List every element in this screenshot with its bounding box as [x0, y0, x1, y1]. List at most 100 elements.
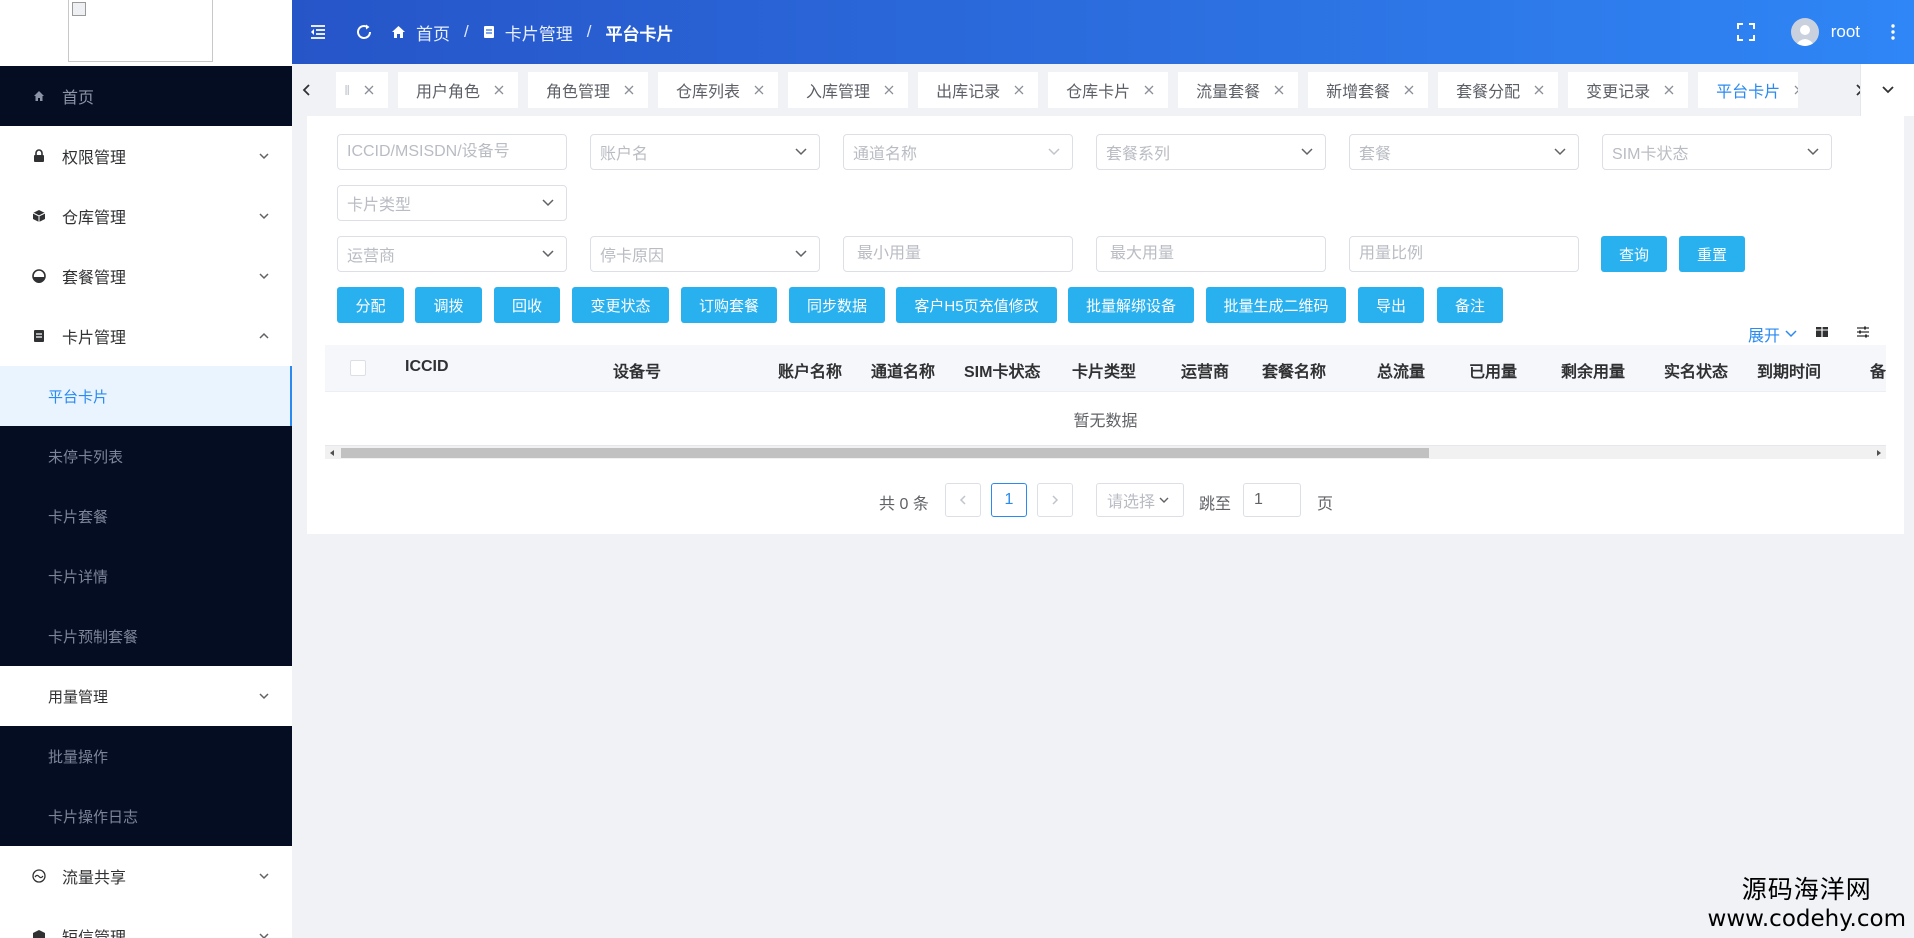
- select-placeholder: 停卡原因: [600, 248, 665, 265]
- column-layout-icon[interactable]: [1814, 324, 1830, 340]
- tab-role-management[interactable]: 角色管理: [528, 72, 649, 108]
- scroll-right-arrow-icon[interactable]: [1875, 449, 1883, 457]
- export-button[interactable]: 导出: [1358, 287, 1424, 323]
- sidebar-item-sms[interactable]: 短信管理: [0, 906, 292, 938]
- jump-label: 跳至: [1199, 496, 1232, 513]
- transfer-button[interactable]: 调拨: [415, 287, 482, 323]
- more-vertical-icon[interactable]: [1882, 21, 1904, 43]
- tab-user-roles[interactable]: 用户角色: [398, 72, 519, 108]
- close-icon[interactable]: [1664, 85, 1674, 95]
- sidebar-item-cards[interactable]: 卡片管理: [0, 306, 292, 366]
- min-usage-input[interactable]: [843, 236, 1073, 272]
- min-usage-field[interactable]: [857, 245, 1063, 263]
- chevron-down-icon: [1554, 148, 1566, 156]
- table-horizontal-scrollbar[interactable]: [325, 445, 1886, 459]
- sim-status-select[interactable]: SIM卡状态: [1602, 134, 1832, 170]
- close-icon[interactable]: [884, 85, 894, 95]
- sidebar-item-permissions[interactable]: 权限管理: [0, 126, 292, 186]
- scroll-left-arrow-icon[interactable]: [328, 449, 336, 457]
- prev-page-button[interactable]: [945, 483, 981, 517]
- close-icon[interactable]: [494, 85, 504, 95]
- tab-inbound-management[interactable]: 入库管理: [788, 72, 909, 108]
- usage-ratio-field[interactable]: [1359, 245, 1569, 263]
- tab-partial[interactable]: ‖: [336, 72, 388, 108]
- order-package-button[interactable]: 订购套餐: [681, 287, 777, 323]
- breadcrumb-home[interactable]: 首页: [391, 20, 450, 45]
- close-icon[interactable]: [1534, 85, 1544, 95]
- tab-outbound-records[interactable]: 出库记录: [918, 72, 1039, 108]
- tab-scroll-left[interactable]: [292, 72, 322, 108]
- usage-ratio-input[interactable]: [1349, 236, 1579, 272]
- iccid-search-input[interactable]: [337, 134, 567, 170]
- jump-page-field[interactable]: [1254, 491, 1294, 509]
- sidebar-subitem-usage-management[interactable]: 用量管理: [0, 666, 292, 726]
- sidebar-subitem-card-packages[interactable]: 卡片套餐: [0, 486, 292, 546]
- refresh-icon[interactable]: [353, 21, 375, 43]
- sidebar-subitem-unstopped-cards[interactable]: 未停卡列表: [0, 426, 292, 486]
- remark-button[interactable]: 备注: [1437, 287, 1503, 323]
- assign-button[interactable]: 分配: [337, 287, 404, 323]
- channel-select[interactable]: 通道名称: [843, 134, 1073, 170]
- change-status-button[interactable]: 变更状态: [572, 287, 669, 323]
- select-placeholder: 账户名: [600, 146, 649, 163]
- breadcrumb-card-management[interactable]: 卡片管理: [483, 20, 573, 45]
- tab-traffic-packages[interactable]: 流量套餐: [1178, 72, 1299, 108]
- close-icon[interactable]: [624, 85, 634, 95]
- sidebar-subitem-card-details[interactable]: 卡片详情: [0, 546, 292, 606]
- tab-label: 角色管理: [546, 84, 611, 101]
- close-icon[interactable]: [754, 85, 764, 95]
- column-sim-status: SIM卡状态: [964, 364, 1041, 381]
- max-usage-field[interactable]: [1110, 245, 1316, 263]
- menu-collapse-icon[interactable]: [307, 21, 329, 43]
- recycle-button[interactable]: 回收: [494, 287, 560, 323]
- tab-options-dropdown[interactable]: [1860, 64, 1914, 116]
- stop-reason-select[interactable]: 停卡原因: [590, 236, 820, 272]
- sidebar-subitem-platform-cards[interactable]: 平台卡片: [0, 366, 292, 426]
- close-icon[interactable]: [364, 85, 374, 95]
- fullscreen-icon[interactable]: [1735, 21, 1757, 43]
- tab-new-package[interactable]: 新增套餐: [1308, 72, 1429, 108]
- tab-warehouse-list[interactable]: 仓库列表: [658, 72, 779, 108]
- close-icon[interactable]: [1144, 85, 1154, 95]
- sidebar-item-packages[interactable]: 套餐管理: [0, 246, 292, 306]
- sidebar-item-traffic-share[interactable]: 流量共享: [0, 846, 292, 906]
- next-page-button[interactable]: [1037, 483, 1073, 517]
- page-number-current[interactable]: 1: [991, 483, 1027, 517]
- sync-data-button[interactable]: 同步数据: [789, 287, 885, 323]
- select-placeholder: 套餐: [1359, 146, 1392, 163]
- max-usage-input[interactable]: [1096, 236, 1326, 272]
- avatar[interactable]: [1790, 18, 1819, 46]
- scrollbar-thumb[interactable]: [341, 448, 1429, 458]
- expand-toggle[interactable]: 展开: [1748, 322, 1797, 346]
- select-all-checkbox[interactable]: [350, 360, 366, 376]
- tab-platform-cards[interactable]: 平台卡片: [1698, 72, 1798, 108]
- tab-warehouse-cards[interactable]: 仓库卡片: [1048, 72, 1169, 108]
- tab-change-records[interactable]: 变更记录: [1568, 72, 1689, 108]
- sidebar-subitem-card-preset-packages[interactable]: 卡片预制套餐: [0, 606, 292, 666]
- username[interactable]: root: [1831, 22, 1860, 42]
- package-series-select[interactable]: 套餐系列: [1096, 134, 1326, 170]
- breadcrumb-separator: /: [586, 22, 592, 41]
- jump-page-input[interactable]: [1243, 483, 1301, 517]
- close-icon[interactable]: [1274, 85, 1284, 95]
- batch-unbind-button[interactable]: 批量解绑设备: [1068, 287, 1194, 323]
- sidebar-item-home[interactable]: 首页: [0, 66, 292, 126]
- operator-select[interactable]: 运营商: [337, 236, 567, 272]
- close-icon[interactable]: [1014, 85, 1024, 95]
- sidebar-subitem-batch-operations[interactable]: 批量操作: [0, 726, 292, 786]
- page-size-select[interactable]: 请选择: [1096, 483, 1184, 517]
- tab-package-allocation[interactable]: 套餐分配: [1438, 72, 1559, 108]
- iccid-input[interactable]: [347, 143, 557, 161]
- settings-sliders-icon[interactable]: [1855, 324, 1871, 340]
- sidebar-item-warehouse[interactable]: 仓库管理: [0, 186, 292, 246]
- h5-recharge-edit-button[interactable]: 客户H5页充值修改: [896, 287, 1057, 323]
- sidebar-subitem-card-operation-log[interactable]: 卡片操作日志: [0, 786, 292, 846]
- search-button[interactable]: 查询: [1601, 236, 1667, 272]
- close-icon[interactable]: [1404, 85, 1414, 95]
- reset-button[interactable]: 重置: [1679, 236, 1745, 272]
- package-select[interactable]: 套餐: [1349, 134, 1579, 170]
- batch-qrcode-button[interactable]: 批量生成二维码: [1206, 287, 1346, 323]
- close-icon[interactable]: [1794, 85, 1798, 95]
- account-select[interactable]: 账户名: [590, 134, 820, 170]
- card-type-select[interactable]: 卡片类型: [337, 185, 567, 221]
